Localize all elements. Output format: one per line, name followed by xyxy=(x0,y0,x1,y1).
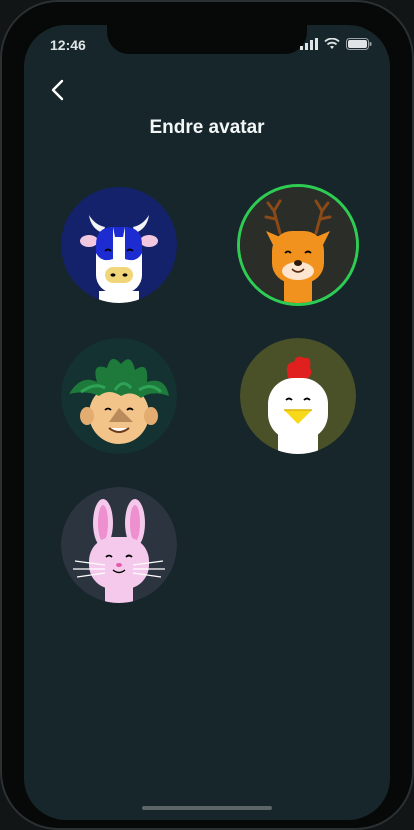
avatar-deer[interactable] xyxy=(240,187,356,303)
cow-avatar-icon xyxy=(61,187,177,303)
signal-icon xyxy=(300,38,318,50)
status-icons xyxy=(300,38,372,50)
chicken-avatar-icon xyxy=(240,338,356,454)
app-screen: 12:46 Endre avatar xyxy=(24,25,390,820)
avatar-chicken[interactable] xyxy=(240,338,356,454)
device-notch xyxy=(107,25,307,54)
chevron-left-icon xyxy=(51,79,64,101)
page-title: Endre avatar xyxy=(149,117,265,138)
avatar-bunny[interactable] xyxy=(61,487,177,603)
back-button[interactable] xyxy=(42,73,76,107)
bunny-avatar-icon xyxy=(61,487,177,603)
troll-avatar-icon xyxy=(61,338,177,454)
battery-icon xyxy=(346,38,372,50)
avatar-cow[interactable] xyxy=(61,187,177,303)
avatar-troll[interactable] xyxy=(61,338,177,454)
wifi-icon xyxy=(324,38,340,49)
status-time: 12:46 xyxy=(50,37,86,53)
phone-frame: 12:46 Endre avatar xyxy=(0,0,414,830)
deer-avatar-icon xyxy=(240,187,356,303)
home-indicator[interactable] xyxy=(142,806,272,810)
